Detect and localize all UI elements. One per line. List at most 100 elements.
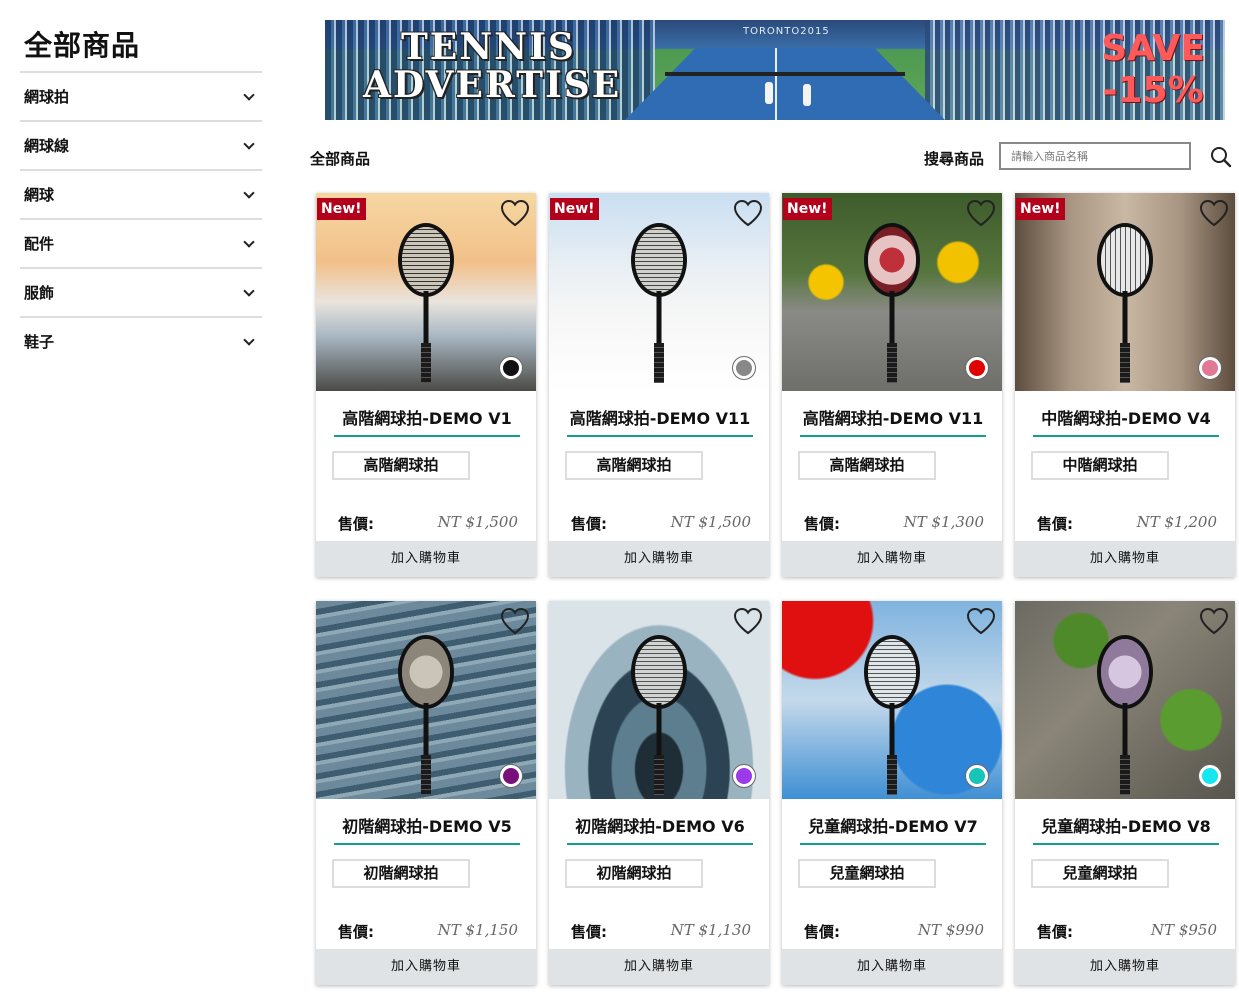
racket-head bbox=[631, 635, 687, 709]
racket-strings bbox=[1101, 639, 1149, 705]
heart-icon[interactable] bbox=[1199, 607, 1229, 635]
product-image[interactable] bbox=[549, 601, 769, 799]
color-swatch[interactable] bbox=[966, 357, 988, 379]
product-category-tag[interactable]: 初階網球拍 bbox=[332, 859, 470, 888]
racket-illustration bbox=[631, 635, 687, 795]
product-image[interactable]: New! bbox=[316, 193, 536, 391]
product-price: NT $950 bbox=[1150, 921, 1217, 939]
racket-strings bbox=[635, 639, 683, 705]
add-to-cart-button[interactable]: 加入購物車 bbox=[782, 541, 1002, 577]
color-swatch[interactable] bbox=[1199, 357, 1221, 379]
product-name[interactable]: 高階網球拍-DEMO V1 bbox=[334, 405, 520, 437]
product-card[interactable]: 兒童網球拍-DEMO V8 兒童網球拍 售價: NT $950 加入購物車 bbox=[1015, 601, 1235, 985]
racket-head bbox=[398, 223, 454, 297]
racket-head bbox=[1097, 223, 1153, 297]
product-category-tag[interactable]: 高階網球拍 bbox=[565, 451, 703, 480]
product-card[interactable]: 初階網球拍-DEMO V6 初階網球拍 售價: NT $1,130 加入購物車 bbox=[549, 601, 769, 985]
product-card[interactable]: New! 中階網球拍-DEMO V4 中階網球拍 售價: NT $1,200 加… bbox=[1015, 193, 1235, 577]
racket-head bbox=[864, 223, 920, 297]
product-category-tag[interactable]: 兒童網球拍 bbox=[798, 859, 936, 888]
search-icon[interactable] bbox=[1210, 146, 1232, 168]
heart-icon[interactable] bbox=[1199, 199, 1229, 227]
color-swatch[interactable] bbox=[733, 765, 755, 787]
product-category-tag[interactable]: 兒童網球拍 bbox=[1031, 859, 1169, 888]
sidebar-title: 全部商品 bbox=[24, 29, 141, 62]
product-card[interactable]: New! 高階網球拍-DEMO V11 高階網球拍 售價: NT $1,300 … bbox=[782, 193, 1002, 577]
category-balls[interactable]: 網球 bbox=[20, 169, 262, 218]
product-name[interactable]: 兒童網球拍-DEMO V7 bbox=[800, 813, 986, 845]
color-swatch[interactable] bbox=[733, 357, 755, 379]
racket-grip bbox=[654, 755, 664, 795]
ad-banner[interactable]: TORONTO2015 TENNIS ADVERTISE SAVE -15% bbox=[325, 20, 1225, 120]
product-category-tag[interactable]: 中階網球拍 bbox=[1031, 451, 1169, 480]
add-to-cart-button[interactable]: 加入購物車 bbox=[549, 541, 769, 577]
product-image[interactable]: New! bbox=[549, 193, 769, 391]
category-strings[interactable]: 網球線 bbox=[20, 120, 262, 169]
price-label: 售價: bbox=[338, 515, 374, 533]
heart-icon[interactable] bbox=[733, 607, 763, 635]
banner-court bbox=[625, 48, 945, 120]
heart-icon[interactable] bbox=[500, 199, 530, 227]
color-swatch[interactable] bbox=[500, 765, 522, 787]
banner-save-value: -15% bbox=[1102, 70, 1204, 111]
racket-grip bbox=[887, 755, 897, 795]
racket-shaft bbox=[880, 291, 904, 343]
product-price: NT $1,150 bbox=[437, 921, 518, 939]
racket-strings bbox=[868, 639, 916, 705]
product-name[interactable]: 初階網球拍-DEMO V6 bbox=[567, 813, 753, 845]
product-category-tag[interactable]: 高階網球拍 bbox=[798, 451, 936, 480]
racket-shaft bbox=[1113, 291, 1137, 343]
price-label: 售價: bbox=[804, 515, 840, 533]
racket-strings bbox=[635, 227, 683, 293]
heart-icon[interactable] bbox=[966, 199, 996, 227]
product-image[interactable]: New! bbox=[782, 193, 1002, 391]
product-category-tag[interactable]: 高階網球拍 bbox=[332, 451, 470, 480]
banner-court-line bbox=[775, 48, 777, 120]
category-accessories[interactable]: 配件 bbox=[20, 218, 262, 267]
category-rackets[interactable]: 網球拍 bbox=[20, 71, 262, 120]
product-card[interactable]: New! 高階網球拍-DEMO V11 高階網球拍 售價: NT $1,500 … bbox=[549, 193, 769, 577]
racket-shaft bbox=[1113, 703, 1137, 755]
color-swatch[interactable] bbox=[500, 357, 522, 379]
product-image[interactable] bbox=[316, 601, 536, 799]
add-to-cart-button[interactable]: 加入購物車 bbox=[316, 949, 536, 985]
racket-shaft bbox=[414, 703, 438, 755]
product-image[interactable] bbox=[1015, 601, 1235, 799]
category-apparel[interactable]: 服飾 bbox=[20, 267, 262, 316]
chevron-down-icon bbox=[244, 288, 254, 298]
product-card[interactable]: 兒童網球拍-DEMO V7 兒童網球拍 售價: NT $990 加入購物車 bbox=[782, 601, 1002, 985]
product-name[interactable]: 兒童網球拍-DEMO V8 bbox=[1033, 813, 1219, 845]
product-card[interactable]: 初階網球拍-DEMO V5 初階網球拍 售價: NT $1,150 加入購物車 bbox=[316, 601, 536, 985]
product-image[interactable]: New! bbox=[1015, 193, 1235, 391]
product-card[interactable]: New! 高階網球拍-DEMO V1 高階網球拍 售價: NT $1,500 加… bbox=[316, 193, 536, 577]
add-to-cart-button[interactable]: 加入購物車 bbox=[782, 949, 1002, 985]
racket-strings bbox=[868, 227, 916, 293]
product-price: NT $1,200 bbox=[1136, 513, 1217, 531]
color-swatch[interactable] bbox=[966, 765, 988, 787]
product-name[interactable]: 初階網球拍-DEMO V5 bbox=[334, 813, 520, 845]
product-category-tag[interactable]: 初階網球拍 bbox=[565, 859, 703, 888]
heart-icon[interactable] bbox=[500, 607, 530, 635]
banner-headline-line2: ADVERTISE bbox=[363, 64, 622, 106]
banner-save-label: SAVE bbox=[1101, 28, 1205, 69]
heart-icon[interactable] bbox=[733, 199, 763, 227]
category-shoes[interactable]: 鞋子 bbox=[20, 316, 262, 365]
add-to-cart-button[interactable]: 加入購物車 bbox=[316, 541, 536, 577]
color-swatch[interactable] bbox=[1199, 765, 1221, 787]
product-image[interactable] bbox=[782, 601, 1002, 799]
add-to-cart-button[interactable]: 加入購物車 bbox=[1015, 541, 1235, 577]
racket-grip bbox=[1120, 755, 1130, 795]
product-name[interactable]: 中階網球拍-DEMO V4 bbox=[1033, 405, 1219, 437]
heart-icon[interactable] bbox=[966, 607, 996, 635]
product-name[interactable]: 高階網球拍-DEMO V11 bbox=[567, 405, 753, 437]
product-name[interactable]: 高階網球拍-DEMO V11 bbox=[800, 405, 986, 437]
chevron-down-icon bbox=[244, 239, 254, 249]
category-sidebar: 全部商品 網球拍 網球線 網球 配件 服飾 鞋子 bbox=[20, 24, 262, 365]
product-toolbar: 全部商品 搜尋商品 bbox=[310, 140, 1235, 174]
add-to-cart-button[interactable]: 加入購物車 bbox=[549, 949, 769, 985]
racket-grip bbox=[654, 343, 664, 383]
racket-grip bbox=[421, 343, 431, 383]
search-input[interactable] bbox=[999, 142, 1191, 170]
racket-grip bbox=[421, 755, 431, 795]
add-to-cart-button[interactable]: 加入購物車 bbox=[1015, 949, 1235, 985]
